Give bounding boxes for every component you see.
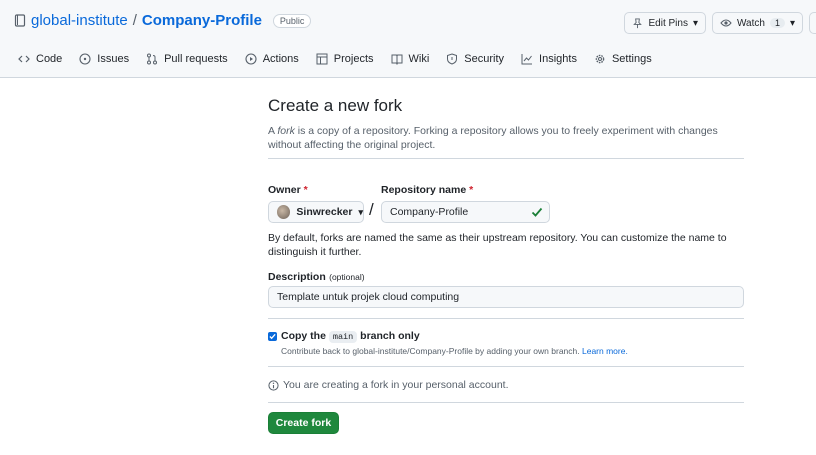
tab-insights[interactable]: Insights — [521, 53, 577, 65]
copy-main-checkbox[interactable] — [268, 332, 277, 341]
tab-settings-label: Settings — [611, 53, 652, 65]
description-input[interactable]: Template untuk projek cloud computing — [268, 286, 744, 308]
tab-issues[interactable]: Issues — [79, 53, 129, 65]
play-icon — [245, 53, 257, 65]
copy-suffix: branch only — [360, 330, 420, 342]
description-rest: is a copy of a repository. Forking a rep… — [268, 125, 718, 151]
eye-icon — [720, 19, 732, 27]
tab-projects[interactable]: Projects — [316, 53, 374, 65]
code-icon — [18, 55, 30, 63]
repo-name-label-text: Repository name — [381, 184, 467, 196]
repo-actions: Edit Pins ▾ Watch 1 ▾ — [624, 12, 816, 34]
owner-label: Owner * — [268, 184, 308, 196]
chevron-down-icon: ▾ — [789, 17, 795, 29]
repo-nav: Code Issues Pull requests Actions Projec… — [18, 53, 652, 65]
watch-label: Watch — [736, 17, 765, 29]
repo-icon — [14, 13, 26, 27]
naming-hint: By default, forks are named the same as … — [268, 232, 727, 258]
create-fork-button[interactable]: Create fork — [268, 412, 339, 434]
edit-pins-label: Edit Pins — [648, 17, 688, 29]
required-mark: * — [303, 184, 308, 196]
info-text: You are creating a fork in your personal… — [283, 379, 509, 391]
avatar — [277, 205, 291, 219]
page-description: A fork is a copy of a repository. Forkin… — [268, 124, 744, 152]
description-emphasis: fork — [277, 125, 295, 137]
owner-repo-separator: / — [369, 200, 374, 219]
gear-icon — [595, 54, 605, 64]
tab-pull-requests[interactable]: Pull requests — [146, 53, 228, 65]
tab-code-label: Code — [36, 53, 63, 65]
repo-name-value: Company-Profile — [390, 206, 469, 218]
tab-security[interactable]: Security — [446, 53, 504, 65]
tab-security-label: Security — [464, 53, 505, 65]
repo-name-input[interactable]: Company-Profile — [381, 201, 550, 223]
tab-code[interactable]: Code — [18, 53, 62, 65]
tab-actions-label: Actions — [262, 53, 299, 65]
pull-request-icon — [147, 53, 158, 65]
page-title: Create a new fork — [268, 96, 403, 115]
check-icon — [531, 207, 543, 217]
chevron-down-icon: ▾ — [692, 17, 698, 29]
divider — [268, 158, 744, 159]
fork-info: You are creating a fork in your personal… — [268, 379, 509, 391]
tab-pull-requests-label: Pull requests — [164, 53, 228, 65]
contribute-hint: Contribute back to global-institute/Comp… — [281, 346, 628, 356]
repo-link[interactable]: Company-Profile — [142, 12, 262, 29]
issue-icon — [79, 53, 91, 65]
repo-name-label: Repository name * — [381, 184, 473, 196]
tab-wiki-label: Wiki — [408, 53, 430, 65]
owner-label-text: Owner — [268, 184, 301, 196]
tab-actions[interactable]: Actions — [245, 53, 299, 65]
description-label: Description (optional) — [268, 269, 365, 283]
owner-value: Sinwrecker — [296, 206, 353, 218]
repo-title: global-institute / Company-Profile Publi… — [14, 12, 312, 29]
required-mark: * — [469, 184, 474, 196]
book-icon — [391, 54, 403, 65]
watch-count: 1 — [769, 18, 785, 28]
tab-settings[interactable]: Settings — [594, 53, 652, 65]
info-icon — [268, 379, 279, 391]
copy-prefix: Copy the — [281, 330, 326, 342]
divider — [268, 318, 744, 319]
tab-issues-label: Issues — [97, 53, 130, 65]
tab-wiki[interactable]: Wiki — [391, 53, 430, 65]
contribute-text: Contribute back to global-institute/Comp… — [281, 346, 580, 356]
edit-pins-button[interactable]: Edit Pins ▾ — [624, 12, 706, 34]
repo-header-bar: global-institute / Company-Profile Publi… — [0, 0, 816, 78]
tab-projects-label: Projects — [333, 53, 374, 65]
owner-select[interactable]: Sinwrecker ▾ — [268, 201, 364, 223]
tab-insights-label: Insights — [539, 53, 577, 65]
watch-button[interactable]: Watch 1 ▾ — [711, 12, 803, 34]
description-value: Template untuk projek cloud computing — [277, 291, 460, 303]
divider — [268, 402, 744, 403]
chevron-down-icon: ▾ — [358, 206, 363, 217]
learn-more-link[interactable]: Learn more. — [582, 346, 628, 356]
copy-main-label[interactable]: Copy the main branch only — [281, 330, 420, 343]
fork-button-partial[interactable] — [809, 12, 816, 34]
graph-icon — [521, 54, 533, 65]
checkmark-icon — [269, 333, 276, 340]
path-separator: / — [132, 12, 137, 29]
table-icon — [316, 53, 328, 65]
description-label-text: Description — [268, 271, 326, 283]
divider — [268, 366, 744, 367]
visibility-badge: Public — [272, 13, 312, 28]
owner-link[interactable]: global-institute — [31, 12, 128, 29]
shield-icon — [447, 53, 458, 65]
branch-name: main — [328, 331, 358, 343]
fork-form: Create a new fork A fork is a copy of a … — [268, 96, 744, 434]
description-prefix: A — [268, 125, 278, 137]
pin-icon — [633, 17, 643, 28]
optional-label: (optional) — [329, 272, 365, 282]
